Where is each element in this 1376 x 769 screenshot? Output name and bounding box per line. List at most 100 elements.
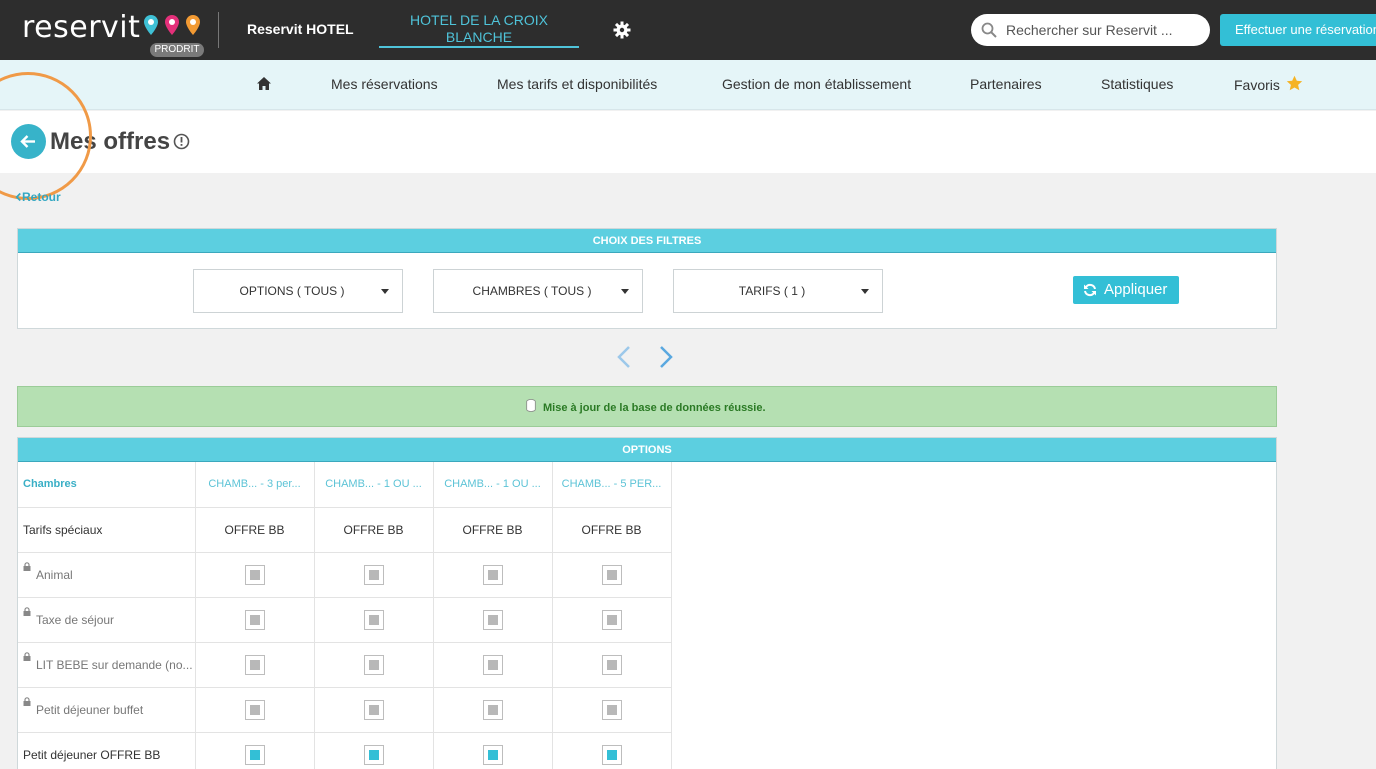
success-message: Mise à jour de la base de données réussi… (17, 386, 1277, 427)
info-icon[interactable] (173, 133, 190, 150)
database-icon (526, 399, 536, 412)
option-checkbox[interactable] (363, 699, 384, 720)
rooms-filter-select[interactable]: CHAMBRES ( TOUS ) (433, 269, 643, 313)
caret-down-icon (381, 289, 389, 294)
option-checkbox[interactable] (244, 699, 265, 720)
table-row: Petit déjeuner OFFRE BB (18, 732, 672, 769)
lock-icon (23, 561, 31, 571)
special-rate-cell: OFFRE BB (433, 507, 553, 553)
chevron-right-icon[interactable] (656, 344, 676, 370)
options-heading: OPTIONS (18, 438, 1276, 462)
options-panel: OPTIONS Chambres CHAMB... - 3 per... CHA… (17, 437, 1277, 769)
option-checkbox[interactable] (363, 564, 384, 585)
gear-icon[interactable] (612, 20, 632, 40)
option-checkbox[interactable] (601, 699, 622, 720)
search-placeholder: Rechercher sur Reservit ... (1006, 22, 1173, 38)
option-label: LIT BEBE sur demande (no... (18, 642, 196, 688)
rates-filter-value: TARIFS ( 1 ) (738, 284, 806, 298)
option-checkbox[interactable] (482, 744, 503, 765)
table-row: LIT BEBE sur demande (no... (18, 642, 672, 688)
caret-down-icon (621, 289, 629, 294)
table-header-row: Chambres CHAMB... - 3 per... CHAMB... - … (18, 462, 672, 508)
option-checkbox[interactable] (482, 654, 503, 675)
nav-my-reservations[interactable]: Mes réservations (331, 76, 438, 92)
nav-partners[interactable]: Partenaires (970, 76, 1042, 92)
rates-filter-select[interactable]: TARIFS ( 1 ) (673, 269, 883, 313)
options-filter-value: OPTIONS ( TOUS ) (239, 284, 345, 298)
nav-favorites[interactable]: Favoris (1234, 77, 1280, 93)
divider (218, 12, 219, 48)
lock-icon (23, 606, 31, 616)
option-name: Taxe de séjour (36, 612, 115, 627)
search-icon (981, 22, 997, 38)
option-checkbox[interactable] (482, 564, 503, 585)
home-icon[interactable] (256, 76, 272, 91)
rooms-label: Chambres (18, 462, 196, 508)
option-checkbox[interactable] (601, 564, 622, 585)
option-label: Petit déjeuner buffet (18, 687, 196, 733)
option-checkbox[interactable] (482, 609, 503, 630)
apply-button-label: Appliquer (1104, 281, 1168, 298)
room-column-header[interactable]: CHAMB... - 1 OU ... (314, 462, 434, 508)
logo-pins-icon (144, 15, 200, 35)
chevron-left-icon[interactable] (614, 344, 634, 370)
apply-button[interactable]: Appliquer (1073, 276, 1179, 304)
table-row: Taxe de séjour (18, 597, 672, 643)
reservit-logo[interactable]: reservit (22, 10, 140, 45)
nav-statistics[interactable]: Statistiques (1101, 76, 1173, 92)
chevron-left-icon (15, 192, 21, 202)
lock-icon (23, 696, 31, 706)
room-column-header[interactable]: CHAMB... - 5 PER... (552, 462, 672, 508)
option-checkbox[interactable] (244, 609, 265, 630)
special-rate-cell: OFFRE BB (314, 507, 434, 553)
room-column-header[interactable]: CHAMB... - 1 OU ... (433, 462, 553, 508)
option-checkbox[interactable] (244, 564, 265, 585)
option-checkbox[interactable] (363, 609, 384, 630)
arrow-left-icon (20, 135, 35, 148)
options-filter-select[interactable]: OPTIONS ( TOUS ) (193, 269, 403, 313)
filters-heading: CHOIX DES FILTRES (18, 229, 1276, 253)
table-row: Tarifs spéciaux OFFRE BB OFFRE BB OFFRE … (18, 507, 672, 553)
prodrit-badge: PRODRIT (150, 43, 204, 57)
option-label: Animal (18, 552, 196, 598)
room-column-header[interactable]: CHAMB... - 3 per... (195, 462, 315, 508)
hotel-selector-underline (379, 46, 579, 48)
option-name: Petit déjeuner buffet (36, 702, 144, 717)
option-checkbox[interactable] (244, 654, 265, 675)
table-row: Petit déjeuner buffet (18, 687, 672, 733)
nav-rates-availability[interactable]: Mes tarifs et disponibilités (497, 76, 657, 92)
option-checkbox[interactable] (244, 744, 265, 765)
option-label: Petit déjeuner OFFRE BB (18, 732, 196, 769)
caret-down-icon (861, 289, 869, 294)
option-checkbox[interactable] (601, 744, 622, 765)
options-table: Chambres CHAMB... - 3 per... CHAMB... - … (18, 462, 672, 769)
back-link[interactable]: Retour (15, 190, 61, 204)
back-button[interactable] (11, 124, 46, 159)
rooms-filter-value: CHAMBRES ( TOUS ) (472, 284, 592, 298)
option-checkbox[interactable] (601, 654, 622, 675)
option-name: Petit déjeuner OFFRE BB (23, 747, 161, 762)
option-checkbox[interactable] (363, 744, 384, 765)
special-rate-cell: OFFRE BB (195, 507, 315, 553)
page-header (0, 111, 1376, 173)
special-rates-label: Tarifs spéciaux (18, 507, 196, 553)
option-label: Taxe de séjour (18, 597, 196, 643)
star-icon[interactable] (1286, 75, 1303, 92)
table-row: Animal (18, 552, 672, 598)
option-checkbox[interactable] (601, 609, 622, 630)
page-title: Mes offres (50, 128, 171, 155)
filters-panel: CHOIX DES FILTRES OPTIONS ( TOUS ) CHAMB… (17, 228, 1277, 329)
option-checkbox[interactable] (482, 699, 503, 720)
search-input[interactable]: Rechercher sur Reservit ... (971, 14, 1210, 46)
product-name: Reservit HOTEL (247, 21, 354, 37)
lock-icon (23, 651, 31, 661)
refresh-icon (1084, 283, 1096, 297)
option-name: Animal (36, 567, 73, 582)
special-rate-cell: OFFRE BB (552, 507, 672, 553)
make-reservation-button[interactable]: Effectuer une réservation (1220, 14, 1376, 46)
nav-establishment-management[interactable]: Gestion de mon établissement (722, 76, 911, 92)
back-link-label: Retour (22, 190, 61, 204)
option-checkbox[interactable] (363, 654, 384, 675)
main-nav: Mes réservations Mes tarifs et disponibi… (0, 60, 1376, 110)
hotel-selector[interactable]: HOTEL DE LA CROIX BLANCHE (380, 12, 578, 46)
